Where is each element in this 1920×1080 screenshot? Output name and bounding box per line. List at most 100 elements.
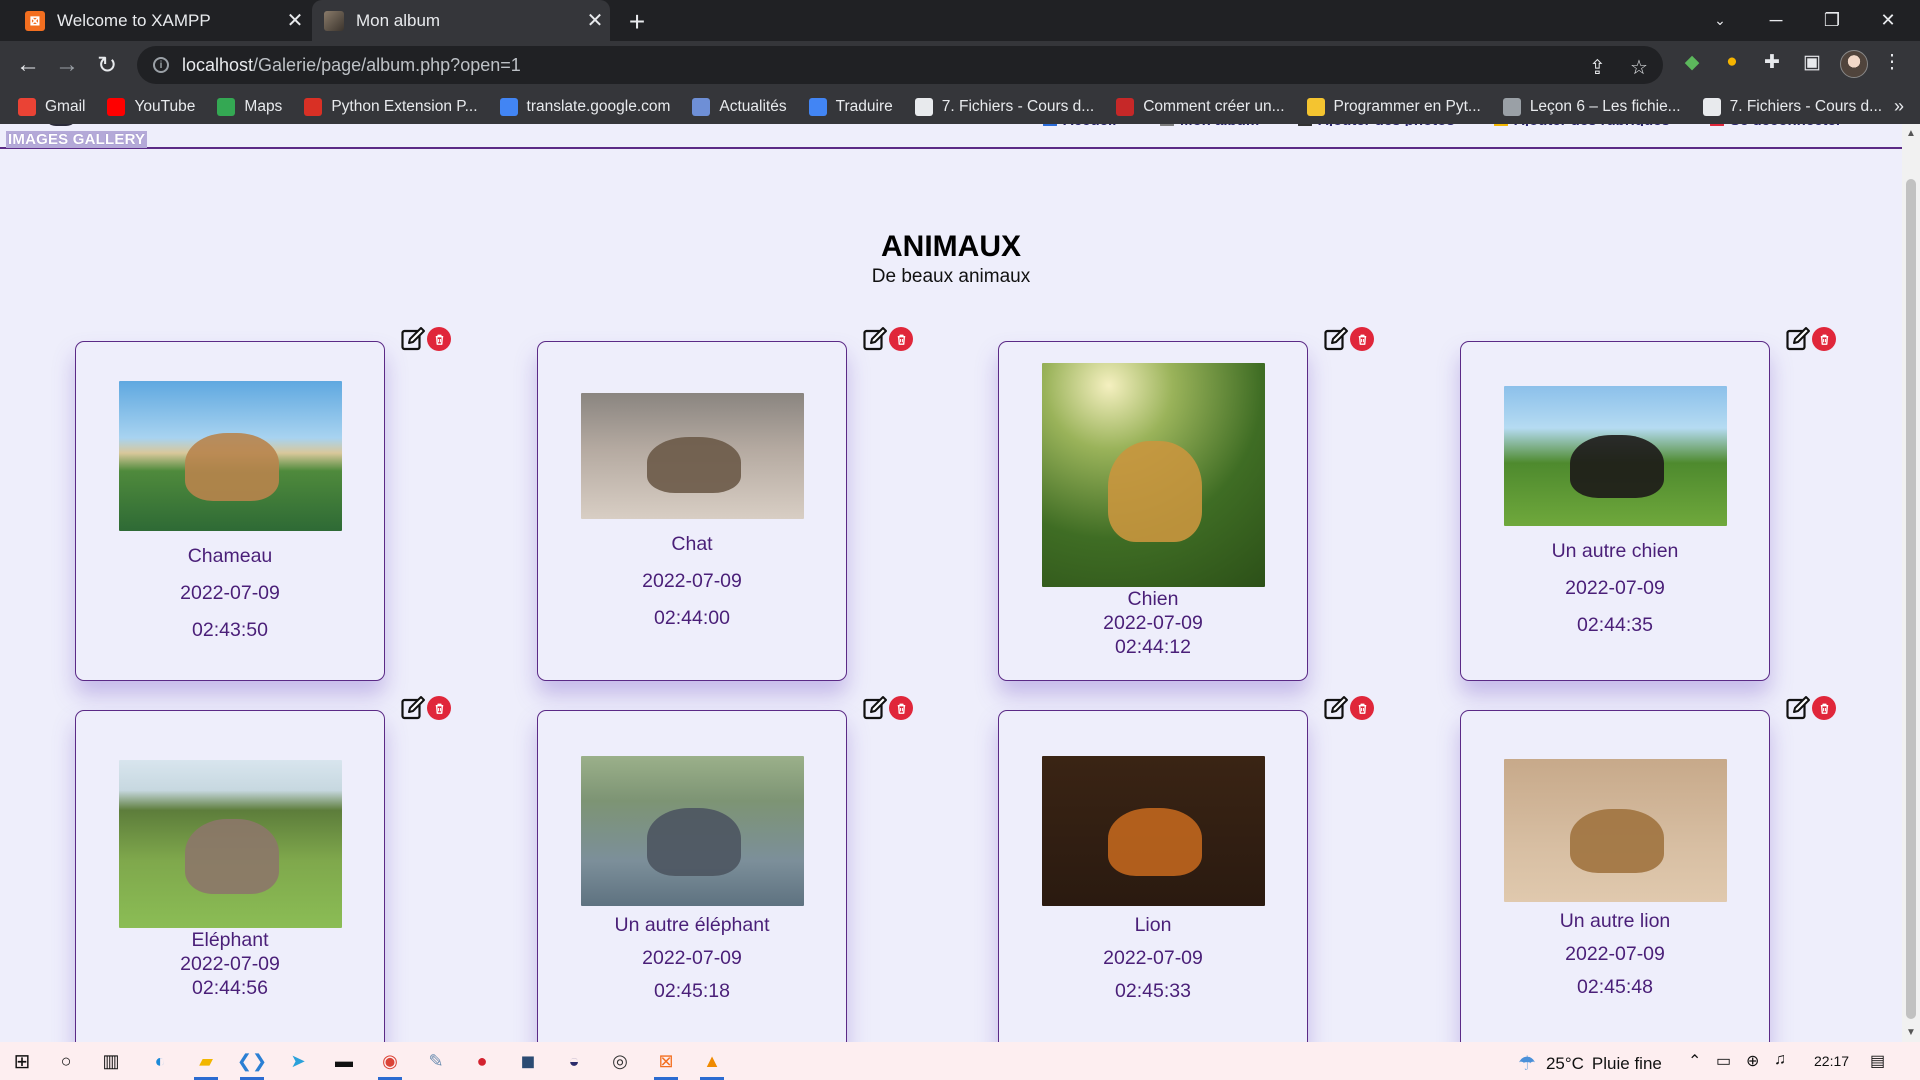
share-icon[interactable]: ⇪: [1589, 55, 1606, 80]
back-icon[interactable]: ←: [10, 47, 46, 83]
photo-actions: [862, 326, 913, 352]
obs-icon[interactable]: ◎: [608, 1049, 632, 1073]
app-icon[interactable]: ◼: [516, 1049, 540, 1073]
edit-icon[interactable]: [400, 326, 426, 352]
nav-link-album[interactable]: Mon album: [1160, 124, 1259, 126]
bookmark-item[interactable]: 7. Fichiers - Cours d...: [914, 97, 1094, 116]
bookmarks-more-icon[interactable]: »: [1894, 96, 1904, 117]
address-bar[interactable]: i localhost/Galerie/page/album.php?open=…: [137, 46, 1663, 84]
search-circle-icon[interactable]: ○: [54, 1049, 78, 1073]
edit-icon[interactable]: [862, 326, 888, 352]
devc-icon[interactable]: ●: [470, 1049, 494, 1073]
browser-toolbar: ← → ↻ i localhost/Galerie/page/album.php…: [0, 41, 1920, 89]
edit-icon[interactable]: [1323, 695, 1349, 721]
reload-icon[interactable]: ↻: [89, 47, 125, 83]
photo-card[interactable]: Un autre chien 2022-07-09 02:44:35: [1460, 341, 1770, 681]
scroll-up-icon[interactable]: ▲: [1906, 128, 1916, 139]
delete-icon[interactable]: [889, 327, 913, 351]
lion-roaring-photo[interactable]: [1041, 755, 1265, 906]
bookmark-item[interactable]: YouTube: [107, 97, 195, 116]
page-scrollbar[interactable]: ▲ ▼: [1902, 124, 1920, 1042]
photo-card[interactable]: Un autre éléphant 2022-07-09 02:45:18: [537, 710, 847, 1042]
elephant-photo[interactable]: [118, 760, 342, 928]
tab-search-icon[interactable]: ⌄: [1692, 0, 1748, 41]
delete-icon[interactable]: [1350, 327, 1374, 351]
nav-link-logout[interactable]: Se déconnecter: [1710, 124, 1842, 126]
task-view-icon[interactable]: ▥: [99, 1049, 123, 1073]
photo-card[interactable]: Lion 2022-07-09 02:45:33: [998, 710, 1308, 1042]
weather-widget[interactable]: ☂ 25°C Pluie fine: [1518, 1051, 1662, 1076]
new-tab-button[interactable]: +: [622, 6, 652, 38]
notifications-icon[interactable]: ▤: [1870, 1051, 1885, 1071]
photo-card[interactable]: Chameau 2022-07-09 02:43:50: [75, 341, 385, 681]
eclipse-icon[interactable]: ◒: [562, 1049, 586, 1073]
photo-card[interactable]: Chien 2022-07-09 02:44:12: [998, 341, 1308, 681]
bernese-dog-photo[interactable]: [1503, 385, 1727, 526]
menu-kebab-icon[interactable]: ⋮: [1880, 50, 1904, 74]
edit-icon[interactable]: [1323, 326, 1349, 352]
windows-start-icon[interactable]: ⊞: [10, 1049, 34, 1073]
paint-icon[interactable]: ✎: [424, 1049, 448, 1073]
bookmark-item[interactable]: translate.google.com: [499, 97, 670, 116]
camel-photo[interactable]: [118, 380, 342, 531]
side-panel-icon[interactable]: ▣: [1800, 50, 1824, 74]
nav-link-folder[interactable]: Ajouter des rubriques: [1494, 124, 1670, 126]
scroll-thumb[interactable]: [1906, 179, 1916, 1019]
delete-icon[interactable]: [427, 327, 451, 351]
bookmark-item[interactable]: Python Extension P...: [304, 97, 478, 116]
telegram-icon[interactable]: ➤: [286, 1049, 310, 1073]
delete-icon[interactable]: [1812, 696, 1836, 720]
photo-card[interactable]: Chat 2022-07-09 02:44:00: [537, 341, 847, 681]
bookmark-star-icon[interactable]: ☆: [1630, 55, 1648, 80]
vscode-icon[interactable]: ❮❯: [237, 1049, 267, 1073]
bookmark-item[interactable]: Programmer en Pyt...: [1306, 97, 1481, 116]
minimize-icon[interactable]: ─: [1748, 0, 1804, 41]
network-globe-icon[interactable]: ⊕: [1746, 1051, 1759, 1071]
extension-translate-icon[interactable]: ◆: [1680, 50, 1704, 74]
tab-xampp[interactable]: ⊠ Welcome to XAMPP ✕: [0, 0, 310, 41]
photo-card[interactable]: Un autre lion 2022-07-09 02:45:48: [1460, 710, 1770, 1042]
restore-icon[interactable]: ❐: [1804, 0, 1860, 41]
close-tab-icon[interactable]: ✕: [280, 8, 310, 33]
tray-chevron-icon[interactable]: ⌃: [1688, 1051, 1701, 1071]
chrome-icon[interactable]: ◉: [378, 1049, 402, 1073]
profile-avatar[interactable]: [1840, 50, 1868, 78]
close-tab-icon[interactable]: ✕: [580, 8, 610, 33]
vlc-icon[interactable]: ▲: [700, 1049, 724, 1073]
photo-card[interactable]: Eléphant 2022-07-09 02:44:56: [75, 710, 385, 1042]
close-window-icon[interactable]: ✕: [1860, 0, 1916, 41]
file-explorer-icon[interactable]: ▰: [194, 1049, 218, 1073]
cat-photo[interactable]: [580, 392, 804, 519]
scroll-down-icon[interactable]: ▼: [1906, 1027, 1916, 1038]
bookmark-item[interactable]: Maps: [217, 97, 282, 116]
golden-retriever-photo[interactable]: [1041, 363, 1265, 587]
bookmark-item[interactable]: Gmail: [18, 97, 85, 116]
bookmark-item[interactable]: Leçon 6 – Les fichie...: [1502, 97, 1681, 116]
bookmark-item[interactable]: Actualités: [692, 97, 787, 116]
bookmark-item[interactable]: Traduire: [808, 97, 893, 116]
delete-icon[interactable]: [1812, 327, 1836, 351]
edit-icon[interactable]: [1785, 695, 1811, 721]
volume-icon[interactable]: ♫: [1774, 1051, 1786, 1069]
terminal-icon[interactable]: ▬: [332, 1049, 356, 1073]
edit-icon[interactable]: [1785, 326, 1811, 352]
tab-mon-album[interactable]: Mon album ✕: [312, 0, 610, 41]
elephant-water-photo[interactable]: [580, 755, 804, 906]
forward-icon[interactable]: →: [49, 47, 85, 83]
delete-icon[interactable]: [427, 696, 451, 720]
bookmark-item[interactable]: 7. Fichiers - Cours d...: [1702, 97, 1882, 116]
edge-icon[interactable]: ◐: [148, 1049, 172, 1073]
bookmark-item[interactable]: Comment créer un...: [1116, 97, 1285, 116]
delete-icon[interactable]: [1350, 696, 1374, 720]
edit-icon[interactable]: [400, 695, 426, 721]
xampp-taskbar-icon[interactable]: ⊠: [654, 1049, 678, 1073]
extension-badge-icon[interactable]: ●: [1720, 50, 1744, 74]
nav-link-home[interactable]: Accueil: [1043, 124, 1116, 126]
battery-icon[interactable]: ▭: [1716, 1051, 1731, 1071]
lion-walking-photo[interactable]: [1503, 759, 1727, 902]
extensions-puzzle-icon[interactable]: ✚: [1760, 50, 1784, 74]
site-info-icon[interactable]: i: [153, 57, 169, 73]
edit-icon[interactable]: [862, 695, 888, 721]
delete-icon[interactable]: [889, 696, 913, 720]
nav-link-add-photo[interactable]: Ajouter des photos: [1298, 124, 1455, 126]
